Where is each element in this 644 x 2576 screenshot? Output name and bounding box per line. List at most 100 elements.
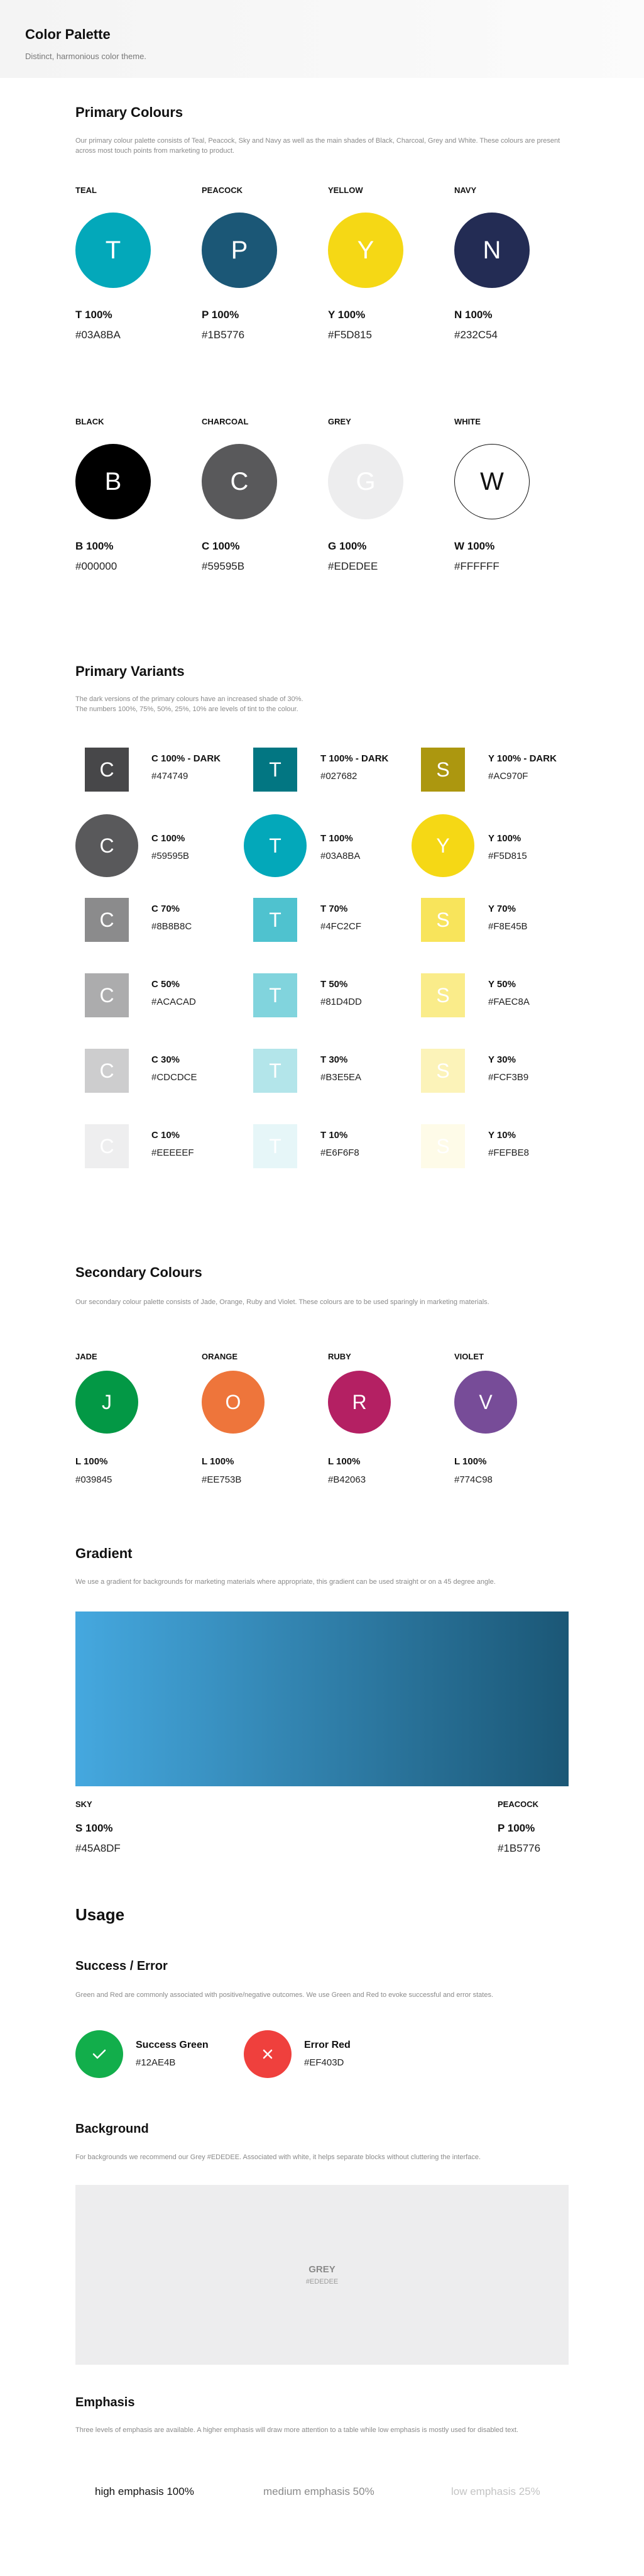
variant-swatch-square: S bbox=[421, 898, 465, 942]
primary-swatch-hex: #232C54 bbox=[454, 329, 498, 341]
primary-swatch-hex: #59595B bbox=[202, 560, 245, 572]
variant-label: Y 10% bbox=[488, 1130, 516, 1141]
variant-hex: #B3E5EA bbox=[320, 1072, 362, 1083]
secondary-swatch-name: VIOLET bbox=[454, 1352, 484, 1361]
primary-variants-description-2: The numbers 100%, 75%, 50%, 25%, 10% are… bbox=[75, 705, 298, 713]
variant-hex: #FCF3B9 bbox=[488, 1072, 529, 1083]
variant-label: C 70% bbox=[151, 904, 180, 914]
gradient-end-pct: P 100% bbox=[498, 1822, 535, 1834]
background-swatch-hex: #EDEDEE bbox=[305, 2278, 339, 2286]
variant-swatch-square: T bbox=[253, 748, 297, 792]
primary-swatch-circle: C bbox=[202, 444, 277, 519]
variant-hex: #59595B bbox=[151, 851, 190, 861]
primary-swatch-hex: #000000 bbox=[75, 560, 117, 572]
variant-hex: #474749 bbox=[151, 771, 188, 782]
primary-swatch-name: YELLOW bbox=[328, 185, 363, 195]
variant-label: T 50% bbox=[320, 979, 348, 990]
secondary-swatch-circle: J bbox=[75, 1371, 138, 1434]
variant-label: Y 100% bbox=[488, 833, 521, 844]
primary-swatch-name: TEAL bbox=[75, 185, 97, 195]
success-name: Success Green bbox=[136, 2040, 209, 2050]
primary-swatch-circle: B bbox=[75, 444, 151, 519]
secondary-swatch-pct: L 100% bbox=[454, 1456, 487, 1467]
variant-hex: #F5D815 bbox=[488, 851, 527, 861]
background-swatch-name: GREY bbox=[308, 2264, 336, 2275]
primary-swatch-pct: Y 100% bbox=[328, 309, 366, 321]
variant-swatch-square: T bbox=[253, 898, 297, 942]
primary-swatch-name: GREY bbox=[328, 417, 351, 426]
error-hex: #EF403D bbox=[304, 2057, 344, 2068]
gradient-start-hex: #45A8DF bbox=[75, 1842, 121, 1854]
secondary-swatch-name: ORANGE bbox=[202, 1352, 238, 1361]
variant-hex: #EEEEEF bbox=[151, 1147, 194, 1158]
variant-label: T 10% bbox=[320, 1130, 348, 1141]
background-description: For backgrounds we recommend our Grey #E… bbox=[75, 2153, 481, 2161]
primary-colours-title: Primary Colours bbox=[75, 104, 183, 120]
gradient-swatch bbox=[75, 1611, 569, 1786]
close-icon bbox=[263, 2049, 273, 2059]
variant-swatch-square: S bbox=[421, 1049, 465, 1093]
variant-hex: #FEFBE8 bbox=[488, 1147, 530, 1158]
secondary-swatch-pct: L 100% bbox=[328, 1456, 361, 1467]
primary-swatch-name: BLACK bbox=[75, 417, 104, 426]
primary-swatch-pct: B 100% bbox=[75, 540, 114, 552]
variant-label: T 70% bbox=[320, 904, 348, 914]
primary-swatch-hex: #F5D815 bbox=[328, 329, 372, 341]
variant-hex: #027682 bbox=[320, 771, 357, 782]
variant-label: T 100% - DARK bbox=[320, 753, 389, 764]
primary-swatch-hex: #EDEDEE bbox=[328, 560, 378, 572]
primary-colours-description: Our primary colour palette consists of T… bbox=[75, 137, 560, 155]
page-title: Color Palette bbox=[25, 26, 111, 42]
emphasis-low: low emphasis 25% bbox=[451, 2485, 540, 2497]
variant-hex: #8B8B8C bbox=[151, 921, 192, 932]
success-swatch bbox=[75, 2030, 123, 2078]
primary-swatch-pct: N 100% bbox=[454, 309, 493, 321]
secondary-swatch-hex: #774C98 bbox=[454, 1474, 493, 1485]
secondary-swatch-hex: #EE753B bbox=[202, 1474, 242, 1485]
variant-hex: #CDCDCE bbox=[151, 1072, 197, 1083]
gradient-end-name: PEACOCK bbox=[498, 1799, 539, 1809]
variant-swatch-circle: C bbox=[75, 814, 138, 877]
variant-label: C 10% bbox=[151, 1130, 180, 1141]
emphasis-high: high emphasis 100% bbox=[95, 2485, 194, 2497]
primary-swatch-circle: W bbox=[454, 444, 530, 519]
variant-swatch-circle: Y bbox=[412, 814, 474, 877]
secondary-swatch-circle: V bbox=[454, 1371, 517, 1434]
secondary-swatch-pct: L 100% bbox=[202, 1456, 234, 1467]
secondary-swatch-name: RUBY bbox=[328, 1352, 351, 1361]
error-swatch bbox=[244, 2030, 292, 2078]
primary-swatch-name: NAVY bbox=[454, 185, 477, 195]
page-subtitle: Distinct, harmonious color theme. bbox=[25, 52, 146, 61]
secondary-swatch-circle: O bbox=[202, 1371, 265, 1434]
secondary-swatch-hex: #B42063 bbox=[328, 1474, 366, 1485]
primary-swatch-pct: C 100% bbox=[202, 540, 240, 552]
variant-swatch-square: S bbox=[421, 748, 465, 792]
variant-label: C 30% bbox=[151, 1054, 180, 1065]
variant-label: C 50% bbox=[151, 979, 180, 990]
success-hex: #12AE4B bbox=[136, 2057, 176, 2068]
gradient-start-name: SKY bbox=[75, 1799, 92, 1809]
check-icon bbox=[92, 2049, 106, 2059]
variant-label: T 100% bbox=[320, 833, 353, 844]
page-header: Color Palette Distinct, harmonious color… bbox=[0, 0, 644, 78]
variant-hex: #F8E45B bbox=[488, 921, 528, 932]
primary-swatch-name: CHARCOAL bbox=[202, 417, 249, 426]
variant-swatch-circle: T bbox=[244, 814, 307, 877]
primary-variants-title: Primary Variants bbox=[75, 663, 185, 679]
primary-swatch-pct: P 100% bbox=[202, 309, 239, 321]
gradient-start-pct: S 100% bbox=[75, 1822, 113, 1834]
variant-swatch-square: C bbox=[85, 1124, 129, 1168]
gradient-title: Gradient bbox=[75, 1545, 133, 1561]
gradient-end-hex: #1B5776 bbox=[498, 1842, 541, 1854]
variant-swatch-square: S bbox=[421, 1124, 465, 1168]
variant-hex: #ACACAD bbox=[151, 997, 196, 1007]
gradient-description: We use a gradient for backgrounds for ma… bbox=[75, 1578, 496, 1586]
variant-hex: #4FC2CF bbox=[320, 921, 362, 932]
variant-swatch-square: T bbox=[253, 1049, 297, 1093]
emphasis-title: Emphasis bbox=[75, 2396, 135, 2409]
variant-label: Y 70% bbox=[488, 904, 516, 914]
primary-swatch-pct: T 100% bbox=[75, 309, 112, 321]
error-name: Error Red bbox=[304, 2040, 351, 2050]
variant-hex: #E6F6F8 bbox=[320, 1147, 359, 1158]
primary-swatch-circle: G bbox=[328, 444, 403, 519]
